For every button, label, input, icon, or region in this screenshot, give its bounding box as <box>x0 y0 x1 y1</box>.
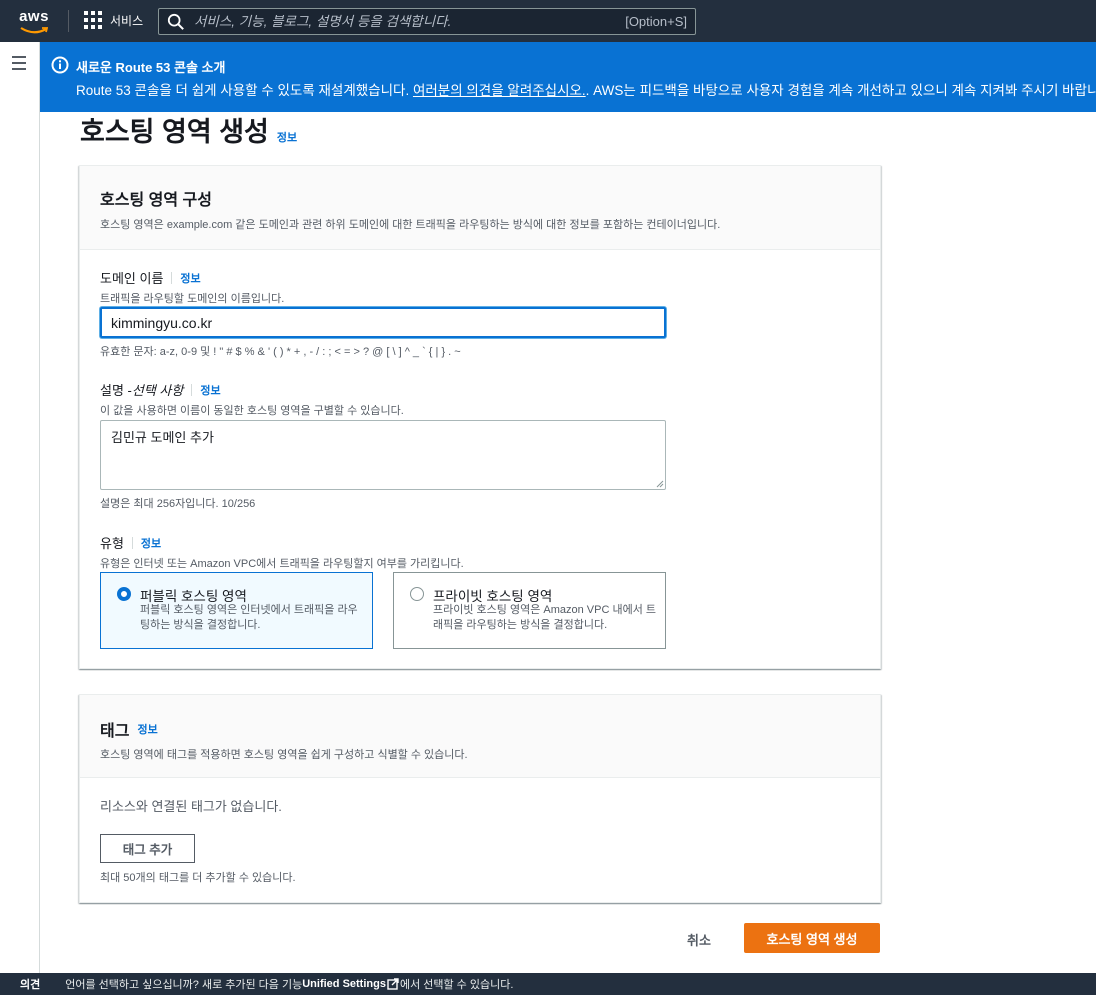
aws-logo-text: aws <box>19 8 49 25</box>
hosted-zone-configuration-panel: 호스팅 영역 구성 호스팅 영역은 example.com 같은 도메인과 관련… <box>79 165 881 669</box>
add-tag-button[interactable]: 태그 추가 <box>100 834 195 863</box>
external-link-icon <box>387 978 399 990</box>
radio-button-selected[interactable] <box>117 587 131 601</box>
search-icon <box>167 13 184 30</box>
option-description: 퍼블릭 호스팅 영역은 인터넷에서 트래픽을 라우팅하는 방식을 결정합니다. <box>140 604 358 631</box>
description-optional-label: 선택 사항 <box>131 383 184 398</box>
tags-description: 호스팅 영역에 태그를 적용하면 호스팅 영역을 쉽게 구성하고 식별할 수 있… <box>100 749 468 761</box>
page-info-link[interactable]: 정보 <box>277 132 297 144</box>
search-input[interactable] <box>185 14 626 29</box>
radio-button[interactable] <box>410 587 424 601</box>
option-title: 퍼블릭 호스팅 영역 <box>140 589 247 604</box>
footer-msg-suffix: 에서 선택할 수 있습니다. <box>399 979 514 991</box>
tags-title-row: 태그 정보 <box>100 717 860 741</box>
footer-msg-prefix: 언어를 선택하고 싶으십니까? 새로 추가된 다음 기능 <box>65 979 303 991</box>
type-description: 유형은 인터넷 또는 Amazon VPC에서 트래픽을 라우팅할지 여부를 가… <box>100 558 464 570</box>
domain-name-hint: 유효한 문자: a-z, 0-9 및 ! " # $ % & ' ( ) * +… <box>100 346 461 358</box>
footer-feedback-link[interactable]: 의견 <box>20 976 40 992</box>
private-hosted-zone-option[interactable]: 프라이빗 호스팅 영역 프라이빗 호스팅 영역은 Amazon VPC 내에서 … <box>393 572 666 649</box>
domain-name-label-row: 도메인 이름 정보 <box>100 268 284 287</box>
feedback-link[interactable]: 여러분의 의견을 알려주십시오. <box>413 83 586 98</box>
footer: 의견 언어를 선택하고 싶으십니까? 새로 추가된 다음 기능 Unified … <box>0 973 1096 995</box>
domain-info-link[interactable]: 정보 <box>180 270 200 286</box>
domain-name-label: 도메인 이름 <box>100 271 164 286</box>
side-navigation-rail <box>0 42 40 973</box>
tags-info-link[interactable]: 정보 <box>137 721 157 737</box>
description-textarea[interactable]: 김민규 도메인 추가 <box>100 420 666 490</box>
tags-limit-hint: 최대 50개의 태그를 더 추가할 수 있습니다. <box>100 872 296 884</box>
public-hosted-zone-option[interactable]: 퍼블릭 호스팅 영역 퍼블릭 호스팅 영역은 인터넷에서 트래픽을 라우팅하는 … <box>100 572 373 649</box>
aws-smile-icon <box>20 27 48 34</box>
grid-icon <box>84 11 102 29</box>
banner-body-suffix: . AWS는 피드백을 바탕으로 사용자 경험을 계속 개선하고 있으니 계속 … <box>585 83 1096 98</box>
services-menu-button[interactable]: 서비스 <box>84 11 143 29</box>
panel-title: 호스팅 영역 구성 <box>100 192 212 209</box>
option-description: 프라이빗 호스팅 영역은 Amazon VPC 내에서 트래픽을 라우팅하는 방… <box>433 604 656 631</box>
banner-body-prefix: Route 53 콘솔을 더 쉽게 사용할 수 있도록 재설계했습니다. <box>76 83 413 98</box>
tags-empty-message: 리소스와 연결된 태그가 없습니다. <box>100 799 282 814</box>
top-navigation: aws 서비스 [Option+S] <box>0 0 1096 42</box>
nav-divider <box>68 10 69 32</box>
page-title-text: 호스팅 영역 생성 <box>80 117 269 147</box>
create-hosted-zone-button[interactable]: 호스팅 영역 생성 <box>744 923 880 953</box>
option-title: 프라이빗 호스팅 영역 <box>433 589 553 604</box>
description-label-row: 설명 - 선택 사항 정보 <box>100 380 404 399</box>
description-textarea-wrapper: 김민규 도메인 추가 <box>80 420 880 490</box>
page-title: 호스팅 영역 생성정보 <box>80 110 297 149</box>
tags-panel: 태그 정보 호스팅 영역에 태그를 적용하면 호스팅 영역을 쉽게 구성하고 식… <box>79 694 881 903</box>
cancel-button[interactable]: 취소 <box>687 930 711 949</box>
domain-name-field: 도메인 이름 정보 트래픽을 라우팅할 도메인의 이름입니다. <box>100 268 284 306</box>
services-label: 서비스 <box>110 13 144 28</box>
description-char-count: 설명은 최대 256자입니다. 10/256 <box>100 498 256 510</box>
tags-panel-header: 태그 정보 호스팅 영역에 태그를 적용하면 호스팅 영역을 쉽게 구성하고 식… <box>80 695 880 778</box>
domain-name-description: 트래픽을 라우팅할 도메인의 이름입니다. <box>100 293 285 305</box>
unified-settings-link[interactable]: Unified Settings <box>302 978 386 990</box>
banner-body: Route 53 콘솔을 더 쉽게 사용할 수 있도록 재설계했습니다. 여러분… <box>76 79 1096 99</box>
panel-description: 호스팅 영역은 example.com 같은 도메인과 관련 하위 도메인에 대… <box>100 219 721 231</box>
panel-header: 호스팅 영역 구성 호스팅 영역은 example.com 같은 도메인과 관련… <box>80 166 880 250</box>
description-description: 이 값을 사용하면 이름이 동일한 호스팅 영역을 구별할 수 있습니다. <box>100 405 404 417</box>
type-field: 유형 정보 유형은 인터넷 또는 Amazon VPC에서 트래픽을 라우팅할지… <box>100 533 464 571</box>
resize-grip-icon[interactable] <box>656 480 664 488</box>
info-circle-icon <box>51 56 69 74</box>
menu-icon[interactable] <box>12 56 26 74</box>
global-search[interactable]: [Option+S] <box>158 8 696 35</box>
description-info-link[interactable]: 정보 <box>200 382 220 398</box>
description-field: 설명 - 선택 사항 정보 이 값을 사용하면 이름이 동일한 호스팅 영역을 … <box>100 380 404 418</box>
type-radio-group: 퍼블릭 호스팅 영역 퍼블릭 호스팅 영역은 인터넷에서 트래픽을 라우팅하는 … <box>100 572 666 649</box>
domain-name-input[interactable] <box>100 307 666 338</box>
footer-language-message: 언어를 선택하고 싶으십니까? 새로 추가된 다음 기능 Unified Set… <box>65 976 513 992</box>
description-label: 설명 - <box>100 383 132 398</box>
type-label: 유형 <box>100 536 124 551</box>
type-label-row: 유형 정보 <box>100 533 464 552</box>
aws-logo[interactable]: aws <box>14 6 54 36</box>
info-banner: 새로운 Route 53 콘솔 소개 Route 53 콘솔을 더 쉽게 사용할… <box>40 42 1096 112</box>
type-info-link[interactable]: 정보 <box>141 535 161 551</box>
banner-title: 새로운 Route 53 콘솔 소개 <box>76 60 226 75</box>
search-shortcut-hint: [Option+S] <box>625 14 687 29</box>
tags-title: 태그 <box>100 723 130 740</box>
